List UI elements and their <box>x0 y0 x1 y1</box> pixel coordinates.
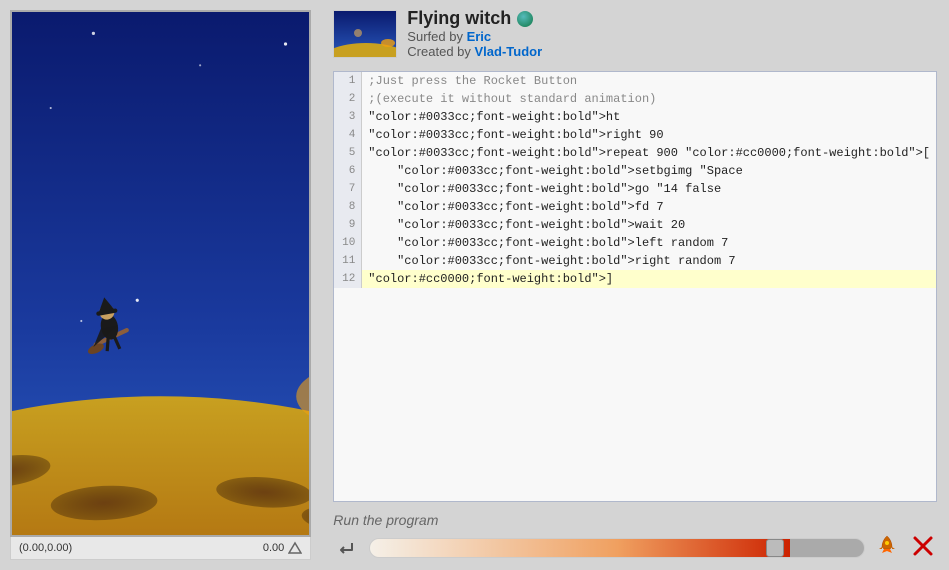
table-row[interactable]: 3"color:#0033cc;font-weight:bold">ht <box>334 108 936 126</box>
code-editor[interactable]: 1;Just press the Rocket Button2;(execute… <box>333 71 937 502</box>
speed-thumb[interactable] <box>766 539 784 557</box>
line-content: "color:#0033cc;font-weight:bold">wait 20 <box>362 216 691 234</box>
globe-icon <box>517 11 533 27</box>
stop-button[interactable] <box>909 534 937 562</box>
line-number: 4 <box>334 126 362 144</box>
header-info: Flying witch Surfed by Eric Created by V… <box>407 8 542 59</box>
canvas-bottom-bar: (0.00,0.00) 0.00 <box>10 537 311 560</box>
line-number: 1 <box>334 72 362 90</box>
line-content: "color:#cc0000;font-weight:bold">] <box>362 270 619 288</box>
line-content: ;(execute it without standard animation) <box>362 90 662 108</box>
table-row[interactable]: 9 "color:#0033cc;font-weight:bold">wait … <box>334 216 936 234</box>
run-label: Run the program <box>333 512 937 528</box>
line-number: 7 <box>334 180 362 198</box>
line-content: "color:#0033cc;font-weight:bold">setbgim… <box>362 162 748 180</box>
line-number: 8 <box>334 198 362 216</box>
angle-display: 0.00 <box>263 542 284 554</box>
header-section: Flying witch Surfed by Eric Created by V… <box>333 8 937 65</box>
table-row[interactable]: 10 "color:#0033cc;font-weight:bold">left… <box>334 234 936 252</box>
line-content: ;Just press the Rocket Button <box>362 72 583 90</box>
table-row[interactable]: 12"color:#cc0000;font-weight:bold">] <box>334 270 936 288</box>
canvas-area <box>10 10 311 537</box>
line-content: "color:#0033cc;font-weight:bold">go "14 … <box>362 180 727 198</box>
table-row[interactable]: 8 "color:#0033cc;font-weight:bold">fd 7 <box>334 198 936 216</box>
speed-slider[interactable] <box>369 538 865 558</box>
line-number: 12 <box>334 270 362 288</box>
left-panel: (0.00,0.00) 0.00 <box>0 0 321 570</box>
line-content: "color:#0033cc;font-weight:bold">repeat … <box>362 144 936 162</box>
line-content: "color:#0033cc;font-weight:bold">right r… <box>362 252 741 270</box>
table-row[interactable]: 4"color:#0033cc;font-weight:bold">right … <box>334 126 936 144</box>
line-content: "color:#0033cc;font-weight:bold">fd 7 <box>362 198 669 216</box>
rocket-icon <box>875 534 899 558</box>
line-number: 5 <box>334 144 362 162</box>
project-title: Flying witch <box>407 8 542 29</box>
enter-icon <box>336 537 358 559</box>
line-number: 3 <box>334 108 362 126</box>
project-thumbnail <box>333 10 397 58</box>
table-row[interactable]: 2;(execute it without standard animation… <box>334 90 936 108</box>
created-by-user-link[interactable]: Vlad-Tudor <box>475 44 543 59</box>
created-by: Created by Vlad-Tudor <box>407 44 542 59</box>
table-row[interactable]: 11 "color:#0033cc;font-weight:bold">righ… <box>334 252 936 270</box>
surfed-by-user-link[interactable]: Eric <box>467 29 492 44</box>
line-content: "color:#0033cc;font-weight:bold">right 9… <box>362 126 669 144</box>
right-panel: Flying witch Surfed by Eric Created by V… <box>321 0 949 570</box>
angle-icon <box>288 541 302 555</box>
enter-button[interactable] <box>333 534 361 562</box>
table-row[interactable]: 6 "color:#0033cc;font-weight:bold">setbg… <box>334 162 936 180</box>
line-number: 6 <box>334 162 362 180</box>
line-content: "color:#0033cc;font-weight:bold">left ra… <box>362 234 734 252</box>
rocket-button[interactable] <box>873 534 901 562</box>
coords-display: (0.00,0.00) <box>19 542 72 554</box>
line-number: 10 <box>334 234 362 252</box>
scene-svg <box>12 12 309 535</box>
table-row[interactable]: 1;Just press the Rocket Button <box>334 72 936 90</box>
table-row[interactable]: 5"color:#0033cc;font-weight:bold">repeat… <box>334 144 936 162</box>
line-content: "color:#0033cc;font-weight:bold">ht <box>362 108 626 126</box>
run-section: Run the program <box>333 508 937 562</box>
close-icon <box>911 534 935 558</box>
line-number: 9 <box>334 216 362 234</box>
table-row[interactable]: 7 "color:#0033cc;font-weight:bold">go "1… <box>334 180 936 198</box>
line-number: 11 <box>334 252 362 270</box>
run-controls <box>333 534 937 562</box>
line-number: 2 <box>334 90 362 108</box>
surfed-by: Surfed by Eric <box>407 29 542 44</box>
